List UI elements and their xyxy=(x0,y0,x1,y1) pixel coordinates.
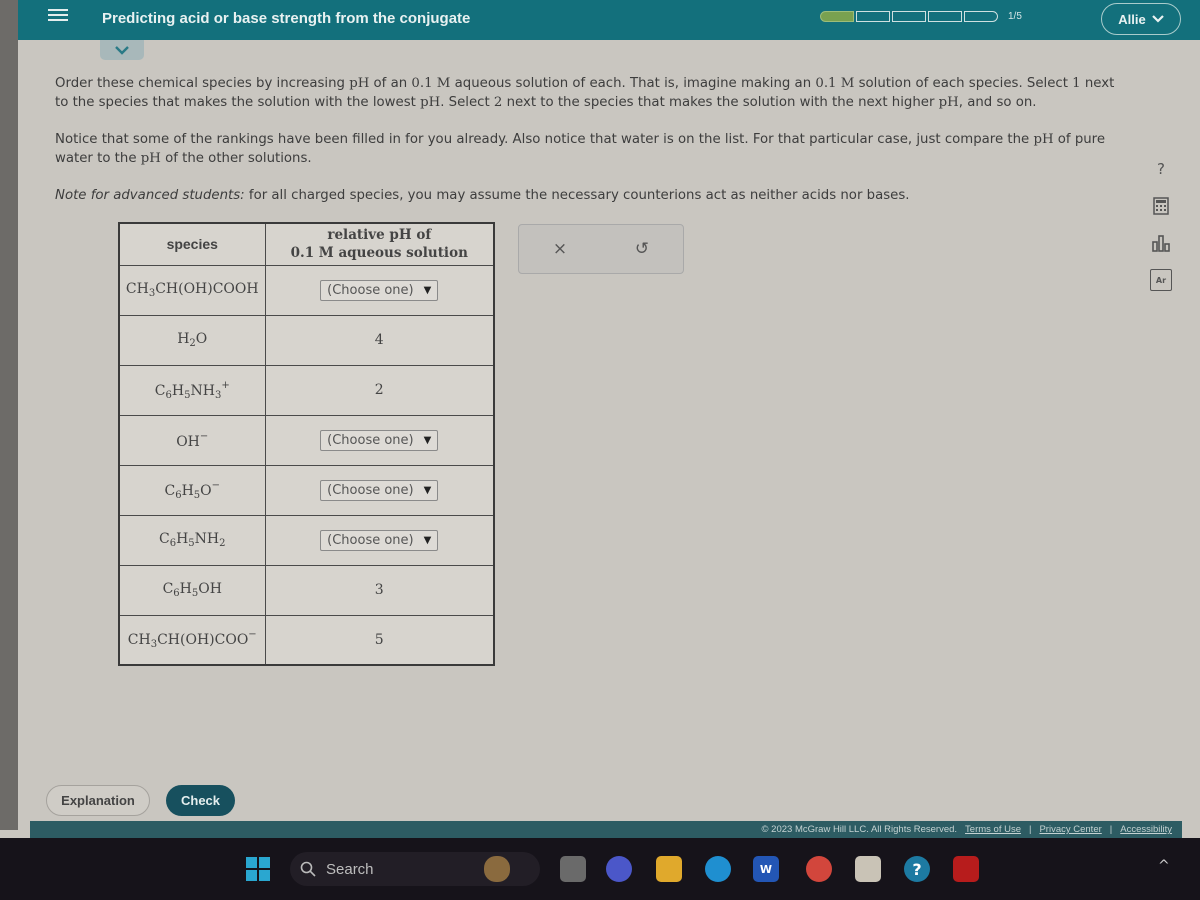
chevron-down-icon xyxy=(1151,15,1164,23)
rank-select[interactable]: (Choose one) ▼ xyxy=(320,429,439,451)
answer-tools: × ↺ xyxy=(518,224,684,274)
dropdown-arrow-icon: ▼ xyxy=(423,484,432,496)
progress-segment xyxy=(820,11,854,22)
rank-cell: (Choose one) ▼ xyxy=(264,264,495,316)
progress-segment xyxy=(964,11,998,22)
ranking-table: species relative pH of 0.1 M aqueous solu… xyxy=(118,222,495,666)
divider: | xyxy=(1029,824,1032,835)
table-row: C6H5O− (Choose one) ▼ xyxy=(118,464,495,516)
clear-icon[interactable]: × xyxy=(553,239,567,259)
windows-start-icon[interactable] xyxy=(246,857,270,881)
rank-cell: (Choose one) ▼ xyxy=(264,464,495,516)
species-cell: H2O xyxy=(118,314,266,366)
store-icon[interactable] xyxy=(855,856,881,882)
copyright: © 2023 McGraw Hill LLC. All Rights Reser… xyxy=(761,824,958,835)
side-toolbar: ? Ar xyxy=(1150,158,1172,291)
table-header-row: species relative pH of 0.1 M aqueous solu… xyxy=(118,222,495,266)
progress-label: 1/5 xyxy=(1008,11,1022,22)
footer: © 2023 McGraw Hill LLC. All Rights Reser… xyxy=(30,821,1182,838)
top-bar: Predicting acid or base strength from th… xyxy=(18,0,1200,40)
check-button[interactable]: Check xyxy=(166,785,235,816)
page-title: Predicting acid or base strength from th… xyxy=(102,10,471,27)
rank-cell: (Choose one) ▼ xyxy=(264,514,495,566)
table-row: C6H5OH 3 xyxy=(118,564,495,616)
task-view-icon[interactable] xyxy=(560,856,586,882)
divider: | xyxy=(1109,824,1113,835)
rank-select[interactable]: (Choose one) ▼ xyxy=(320,529,439,551)
species-cell: C6H5NH3+ xyxy=(118,364,266,416)
rank-value: 4 xyxy=(264,314,495,366)
species-cell: OH− xyxy=(118,414,266,466)
accessibility-link[interactable]: Accessibility xyxy=(1120,824,1172,835)
species-column-header: species xyxy=(118,222,266,266)
progress-segment xyxy=(856,11,890,22)
collapse-toggle[interactable] xyxy=(100,40,144,60)
chart-icon[interactable] xyxy=(1150,232,1172,254)
undo-icon[interactable]: ↺ xyxy=(635,239,649,259)
help-app-icon[interactable]: ? xyxy=(904,856,930,882)
ph-column-header: relative pH of 0.1 M aqueous solution xyxy=(264,222,495,266)
edge-icon[interactable] xyxy=(705,856,731,882)
progress-segment xyxy=(928,11,962,22)
rank-cell: (Choose one) ▼ xyxy=(264,414,495,466)
search-icon xyxy=(300,861,316,877)
species-cell: CH3CH(OH)COOH xyxy=(118,264,266,316)
file-explorer-icon[interactable] xyxy=(656,856,682,882)
table-row: H2O 4 xyxy=(118,314,495,366)
chevron-down-icon xyxy=(115,45,129,55)
calculator-icon[interactable] xyxy=(1150,195,1172,217)
table-row: CH3CH(OH)COOH (Choose one) ▼ xyxy=(118,264,495,316)
taskbar: Search W ? ^ xyxy=(0,838,1200,900)
table-row: C6H5NH3+ 2 xyxy=(118,364,495,416)
tray-chevron-icon[interactable]: ^ xyxy=(1158,858,1170,874)
instruction-paragraph: Notice that some of the rankings have be… xyxy=(55,132,1106,166)
menu-icon[interactable] xyxy=(48,6,68,24)
rank-value: 5 xyxy=(264,614,495,666)
privacy-link[interactable]: Privacy Center xyxy=(1039,824,1101,835)
species-cell: C6H5NH2 xyxy=(118,514,266,566)
species-cell: CH3CH(OH)COO− xyxy=(118,614,266,666)
meet-icon[interactable] xyxy=(606,856,632,882)
user-name: Allie xyxy=(1118,11,1146,27)
species-cell: C6H5OH xyxy=(118,564,266,616)
user-menu-button[interactable]: Allie xyxy=(1101,3,1181,35)
advanced-note: Note for advanced students: for all char… xyxy=(55,188,910,203)
periodic-table-icon[interactable]: Ar xyxy=(1150,269,1172,291)
dropdown-arrow-icon: ▼ xyxy=(423,434,432,446)
dropdown-arrow-icon: ▼ xyxy=(423,534,432,546)
rank-value: 3 xyxy=(264,564,495,616)
mcafee-icon[interactable] xyxy=(953,856,979,882)
explanation-button[interactable]: Explanation xyxy=(46,785,150,816)
progress-bar: 1/5 xyxy=(820,11,1022,22)
rank-select[interactable]: (Choose one) ▼ xyxy=(320,479,439,501)
screen-bezel xyxy=(0,0,18,830)
chrome-icon[interactable] xyxy=(806,856,832,882)
widget-image-icon[interactable] xyxy=(484,856,510,882)
rank-select[interactable]: (Choose one) ▼ xyxy=(320,279,439,301)
help-icon[interactable]: ? xyxy=(1150,158,1172,180)
species-cell: C6H5O− xyxy=(118,464,266,516)
dropdown-arrow-icon: ▼ xyxy=(423,284,432,296)
instruction-paragraph: Order these chemical species by increasi… xyxy=(55,76,1115,110)
table-row: CH3CH(OH)COO− 5 xyxy=(118,614,495,666)
search-placeholder: Search xyxy=(326,860,374,878)
table-row: C6H5NH2 (Choose one) ▼ xyxy=(118,514,495,566)
rank-value: 2 xyxy=(264,364,495,416)
progress-segment xyxy=(892,11,926,22)
terms-link[interactable]: Terms of Use xyxy=(965,824,1021,835)
word-icon[interactable]: W xyxy=(753,856,779,882)
table-row: OH− (Choose one) ▼ xyxy=(118,414,495,466)
instructions: Order these chemical species by increasi… xyxy=(55,74,1115,223)
